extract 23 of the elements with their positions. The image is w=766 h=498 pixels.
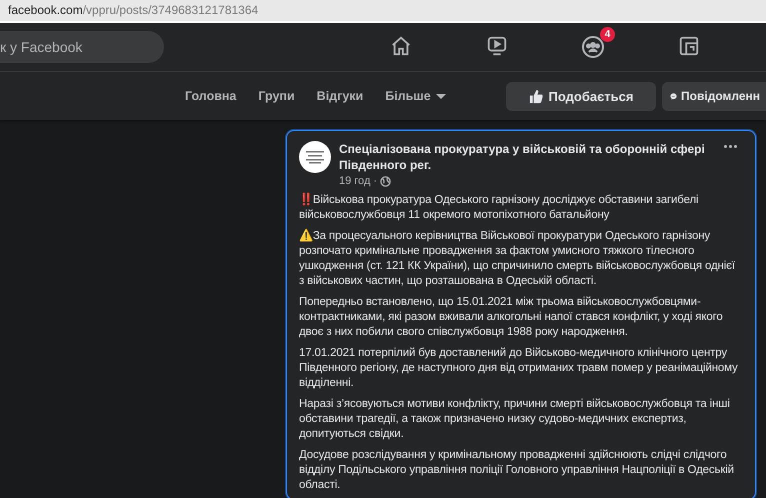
page-tab[interactable]: Групи [247,79,306,113]
video-play-icon[interactable] [486,35,508,57]
home-icon[interactable] [390,35,412,57]
globe-icon [380,176,392,186]
like-button[interactable]: Подобається [506,82,656,110]
page-avatar[interactable] [299,141,331,173]
search-field[interactable]: к у Facebook [0,31,164,63]
post-time[interactable]: 19 год · [339,175,378,187]
thumbs-up-icon [528,88,544,104]
post-paragraph: ‼Військова прокуратура Одеського гарнізону досліджує обставини загибелі військовослужбовця 11 окремого мотопіхотного батальйону [299,193,700,223]
post-paragraph: 17.01.2021 потерпілий був доставлений до Військово-медичного клінічного центру Південного регіону, де наступного дня від отриманих травм помер у реанімаційному відділенні. [299,346,739,391]
post-paragraph: Наразі з’ясовуються мотиви конфлікту, причини смерті військовослужбовця та інші обставини трагедії, а також призначено низку судово-медичних експертиз, допитуються свідки. [299,397,731,442]
caret-icon [436,94,446,98]
post-paragraph: ⚠За процесуального керівництва Військової прокуратури Одеського гарнізону розпочато кримінальне провадження за фактом умисного тяжкого тілесного ушкодження (ст. 121 КК України), що спричинило смерть військовослужбовця однієї з військових частин, що розташована в Одеській області. [299,229,736,289]
groups-icon[interactable] [581,35,605,59]
page-tab[interactable]: Більше [374,79,457,113]
author-name[interactable]: Спеціалізована прокуратура у військовій та оборонній сфері Південного рег. [339,141,709,173]
page-tab[interactable]: Головна [174,79,248,113]
post-paragraph: Досудове розслідування у кримінальному провадженні здійснюють слідчі слідчого відділу Подільського управління поліції Головного управління Нацполіції в Одеській області. [299,448,735,493]
notification-badge: 4 [600,27,615,42]
message-button[interactable]: Повідомленн [662,82,766,110]
page-tab[interactable]: Відгуки [306,79,374,113]
post-paragraph: Попередньо встановлено, що 15.01.2021 між трьома військовослужбовцями-контрактниками, які разом вживали алкогольні напої стався конфлікт, у ході якого двоє з них побили свого співслужбовця 1988 року народження. [299,295,724,340]
